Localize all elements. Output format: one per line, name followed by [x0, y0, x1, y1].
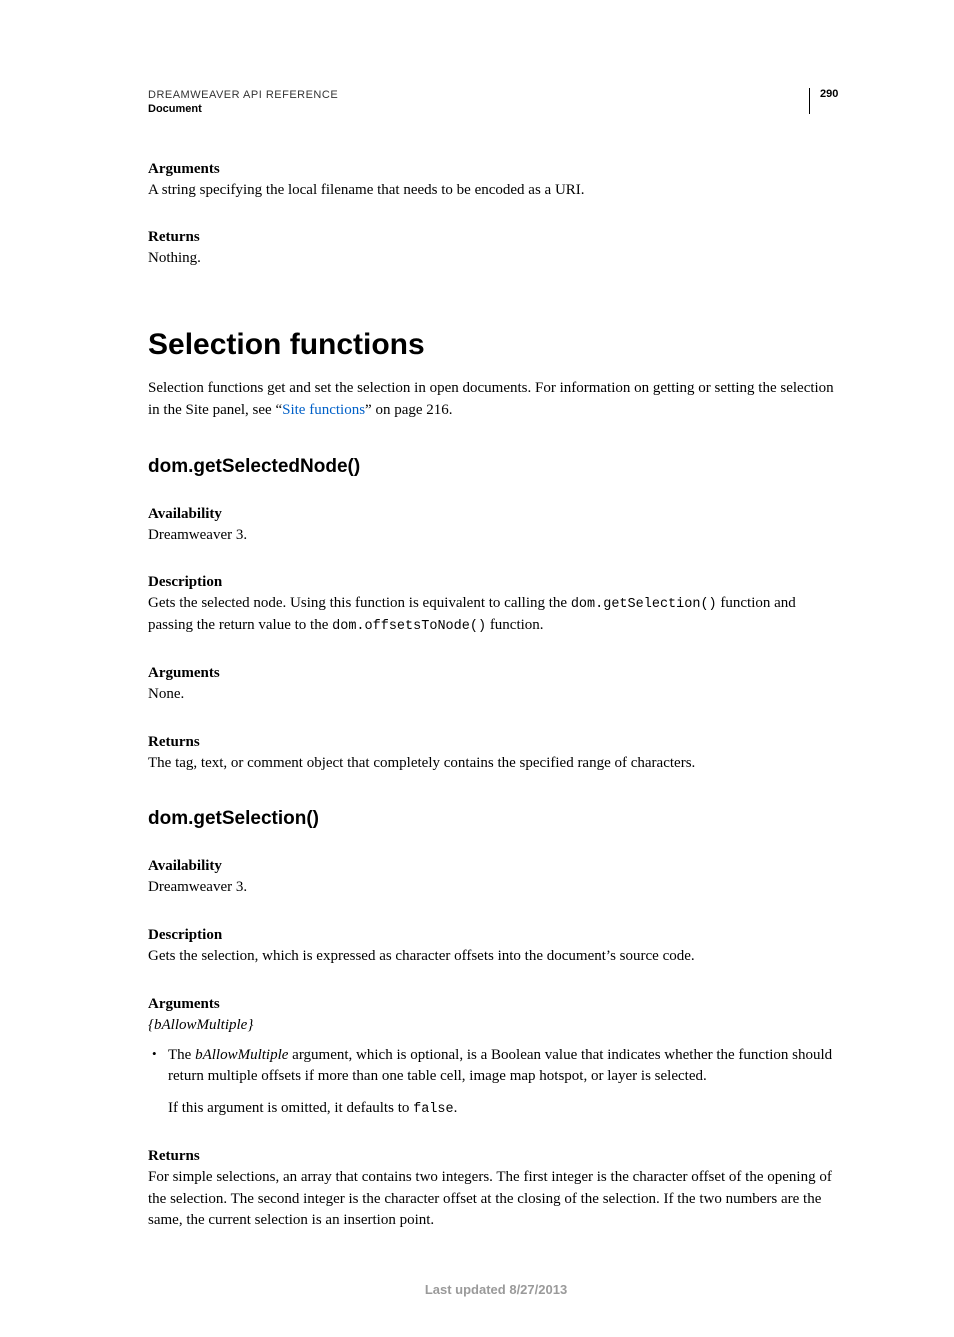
fn1-availability-text: Dreamweaver 3. [148, 525, 844, 547]
arguments-label: Arguments [148, 161, 844, 178]
section-intro: Selection functions get and set the sele… [148, 378, 844, 422]
fn1-heading: dom.getSelectedNode() [148, 456, 844, 478]
returns-label: Returns [148, 229, 844, 246]
fn2-arguments-label: Arguments [148, 996, 844, 1013]
page-container: DREAMWEAVER API REFERENCE Document 290 A… [0, 0, 954, 1337]
fn2-description-label: Description [148, 927, 844, 944]
section-intro-pre: Selection functions get and set the sele… [148, 380, 834, 418]
bullet-sub-post: . [454, 1100, 458, 1116]
header-left: DREAMWEAVER API REFERENCE Document [148, 88, 809, 117]
fn1-description-text: Gets the selected node. Using this funct… [148, 593, 844, 637]
site-functions-link[interactable]: Site functions [282, 402, 365, 418]
header-title: DREAMWEAVER API REFERENCE [148, 88, 809, 102]
fn1-arguments-label: Arguments [148, 665, 844, 682]
bullet-em: bAllowMultiple [195, 1047, 288, 1063]
header-section: Document [148, 102, 809, 116]
fn2-availability-label: Availability [148, 858, 844, 875]
fn1-desc-code2: dom.offsetsToNode() [332, 619, 486, 634]
bullet-sub-pre: If this argument is omitted, it defaults… [168, 1100, 413, 1116]
fn2-arguments-list: The bAllowMultiple argument, which is op… [148, 1045, 844, 1120]
bullet-sub-code: false [413, 1102, 454, 1117]
returns-text: Nothing. [148, 248, 844, 270]
list-item: The bAllowMultiple argument, which is op… [148, 1045, 844, 1120]
section-heading: Selection functions [148, 328, 844, 362]
fn2-description-text: Gets the selection, which is expressed a… [148, 946, 844, 968]
fn2-heading: dom.getSelection() [148, 808, 844, 830]
fn2-arguments-sig: {bAllowMultiple} [148, 1015, 844, 1037]
page-number: 290 [809, 88, 844, 114]
page-footer: Last updated 8/27/2013 [148, 1282, 844, 1297]
fn1-availability-label: Availability [148, 506, 844, 523]
fn1-desc-code1: dom.getSelection() [571, 597, 717, 612]
bullet-sub: If this argument is omitted, it defaults… [168, 1098, 844, 1120]
fn1-returns-text: The tag, text, or comment object that co… [148, 753, 844, 775]
fn1-desc-post: function. [486, 617, 544, 633]
fn1-arguments-text: None. [148, 684, 844, 706]
fn2-returns-label: Returns [148, 1148, 844, 1165]
bullet-pre: The [168, 1047, 195, 1063]
arguments-text: A string specifying the local filename t… [148, 180, 844, 202]
fn1-returns-label: Returns [148, 734, 844, 751]
page-header: DREAMWEAVER API REFERENCE Document 290 [148, 88, 844, 117]
fn2-returns-text: For simple selections, an array that con… [148, 1167, 844, 1232]
fn1-desc-pre: Gets the selected node. Using this funct… [148, 595, 571, 611]
fn2-availability-text: Dreamweaver 3. [148, 877, 844, 899]
section-intro-post: ” on page 216. [365, 402, 452, 418]
fn1-description-label: Description [148, 574, 844, 591]
